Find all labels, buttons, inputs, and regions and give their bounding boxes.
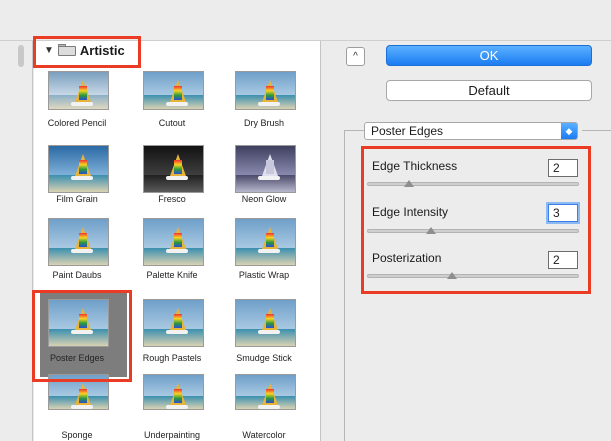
filter-thumbnail-label: Dry Brush xyxy=(243,118,284,128)
highlight-box-category xyxy=(33,36,141,68)
filter-thumbnail[interactable] xyxy=(48,218,109,266)
dialog-title-area xyxy=(0,0,611,41)
highlight-box-parameters xyxy=(361,146,591,294)
filter-thumbnail-label: Colored Pencil xyxy=(47,118,107,128)
left-gutter xyxy=(0,41,33,441)
default-button[interactable]: Default xyxy=(386,80,592,101)
filter-thumbnail[interactable] xyxy=(235,71,296,110)
highlight-box-selected-thumbnail xyxy=(32,290,132,382)
collapse-gallery-button[interactable]: ^ xyxy=(346,47,365,66)
filter-thumbnail[interactable] xyxy=(143,299,204,347)
filter-thumbnail-label: Cutout xyxy=(158,118,186,128)
filter-thumbnail-label: Neon Glow xyxy=(241,194,287,204)
filter-thumbnail-label: Underpainting xyxy=(143,430,201,440)
filter-thumbnail[interactable] xyxy=(235,299,296,347)
filter-thumbnail-label: Sponge xyxy=(61,430,93,440)
filter-thumbnail-label: Smudge Stick xyxy=(236,353,292,363)
group-border xyxy=(344,130,364,131)
filter-thumbnail-label: Paint Daubs xyxy=(52,270,102,280)
filter-select-value: Poster Edges xyxy=(371,124,444,138)
filter-thumbnail-label: Rough Pastels xyxy=(142,353,202,363)
ok-button[interactable]: OK xyxy=(386,45,592,66)
filter-thumbnail[interactable] xyxy=(143,218,204,266)
scrollbar-thumb[interactable] xyxy=(18,45,24,67)
filter-thumbnail[interactable] xyxy=(143,145,204,193)
filter-thumbnail[interactable] xyxy=(48,145,109,193)
filter-thumbnail-label: Film Grain xyxy=(56,194,98,204)
filter-select[interactable]: Poster Edges ◆ xyxy=(364,122,578,140)
filter-thumbnail[interactable] xyxy=(235,374,296,410)
filter-thumbnail[interactable] xyxy=(143,374,204,410)
filter-thumbnail-label: Fresco xyxy=(158,194,186,204)
filter-thumbnail[interactable] xyxy=(235,145,296,193)
select-arrows-icon: ◆ xyxy=(561,123,577,139)
filter-thumbnail[interactable] xyxy=(143,71,204,110)
filter-thumbnail-label: Watercolor xyxy=(242,430,286,440)
group-border xyxy=(582,130,611,131)
filter-thumbnail-label: Palette Knife xyxy=(146,270,198,280)
filter-thumbnail[interactable] xyxy=(235,218,296,266)
group-border xyxy=(344,130,345,441)
filter-thumbnail[interactable] xyxy=(48,71,109,110)
filter-thumbnail-label: Plastic Wrap xyxy=(238,270,290,280)
